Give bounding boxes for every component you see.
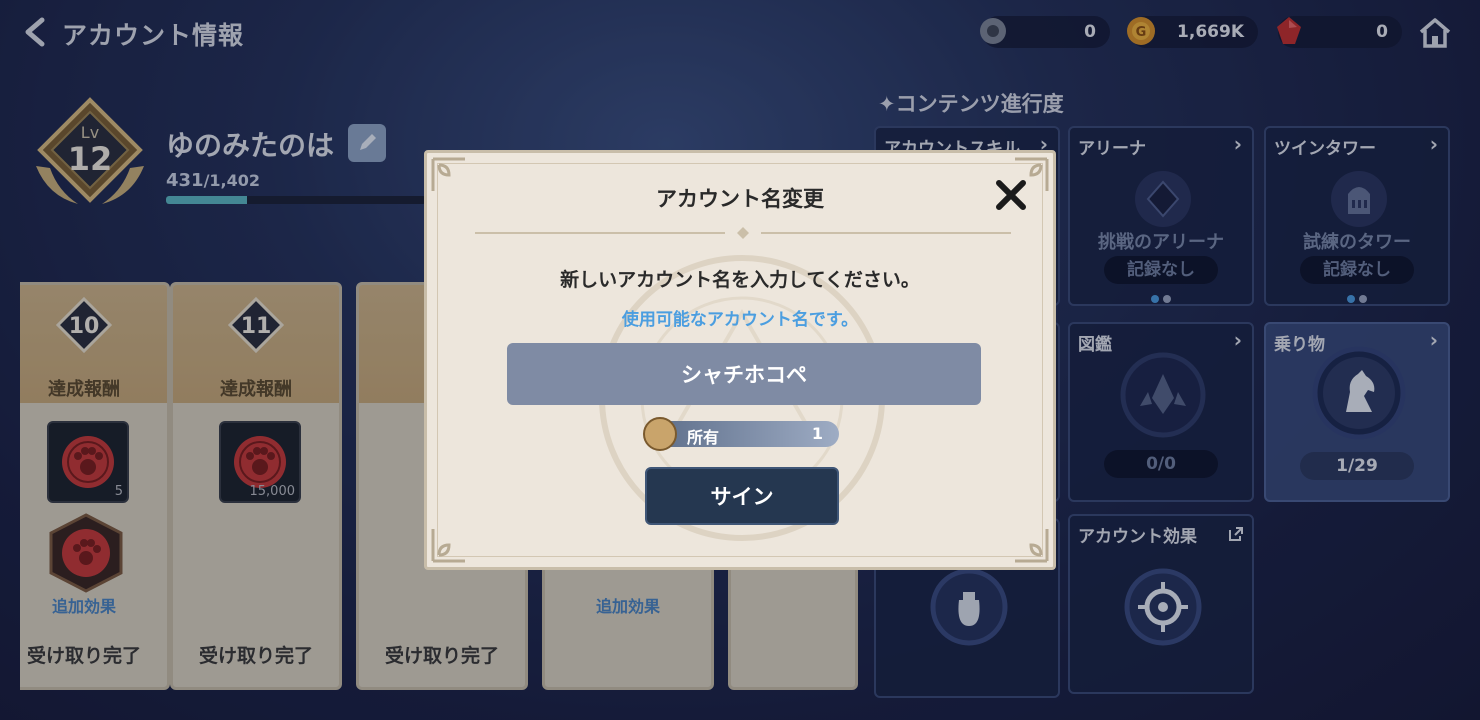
owned-count: 1 [811, 424, 823, 443]
sign-button[interactable]: サイン [645, 467, 839, 525]
account-name-input[interactable] [507, 343, 981, 405]
title-divider [475, 227, 1011, 239]
dialog-prompt: 新しいアカウント名を入力してください。 [560, 269, 920, 291]
dialog-title: アカウント名変更 [656, 187, 824, 211]
corner-ornament [431, 529, 465, 563]
owned-ticket-counter: 所有 1 [643, 417, 839, 451]
rename-dialog: アカウント名変更 新しいアカウント名を入力してください。 使用可能なアカウント名… [424, 150, 1056, 570]
name-availability-message: 使用可能なアカウント名です。 [621, 310, 859, 330]
close-icon[interactable] [991, 175, 1031, 215]
corner-ornament [1015, 529, 1049, 563]
owned-label: 所有 [687, 428, 720, 447]
rename-ticket-icon [643, 417, 677, 451]
